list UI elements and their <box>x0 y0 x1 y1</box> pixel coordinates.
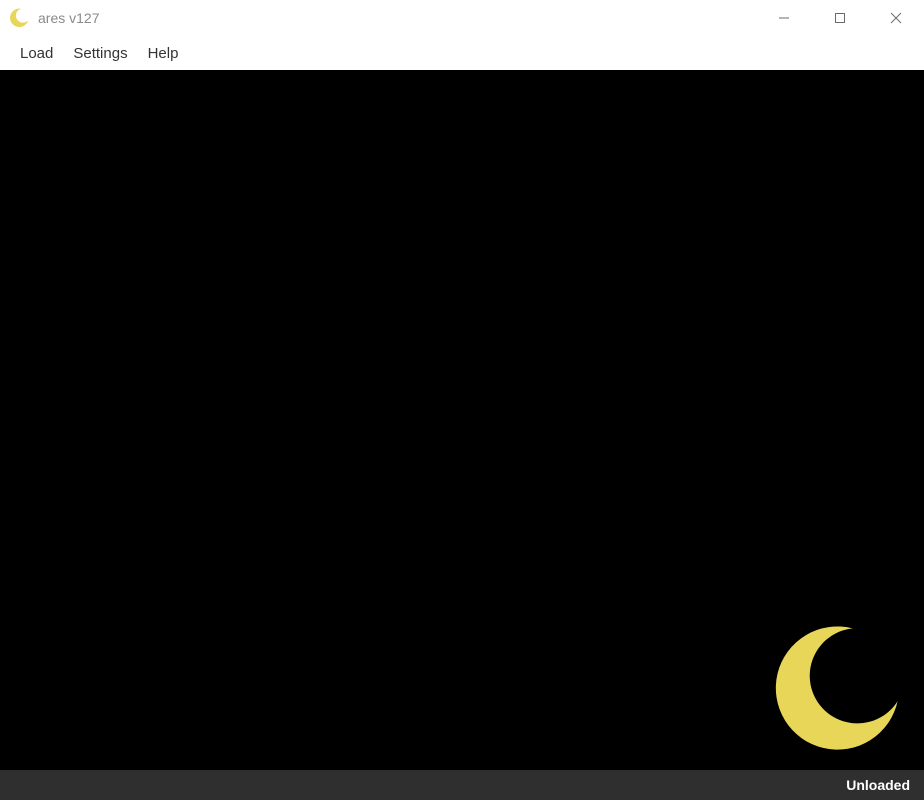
status-text: Unloaded <box>846 777 910 793</box>
window-controls <box>756 0 924 36</box>
emulator-viewport <box>0 70 924 770</box>
minimize-button[interactable] <box>756 0 812 36</box>
statusbar: Unloaded <box>0 770 924 800</box>
menu-help[interactable]: Help <box>138 39 189 68</box>
close-button[interactable] <box>868 0 924 36</box>
window-title: ares v127 <box>38 10 99 26</box>
menubar: Load Settings Help <box>0 36 924 70</box>
logo-moon-icon <box>766 620 906 760</box>
menu-settings[interactable]: Settings <box>63 39 137 68</box>
menu-load[interactable]: Load <box>10 39 63 68</box>
app-moon-icon <box>8 7 30 29</box>
titlebar: ares v127 <box>0 0 924 36</box>
maximize-button[interactable] <box>812 0 868 36</box>
